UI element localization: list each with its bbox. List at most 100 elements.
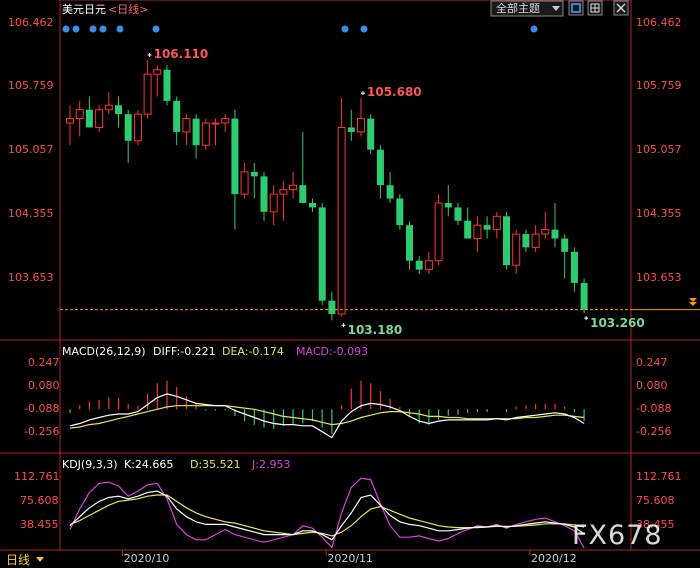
candle-body bbox=[561, 238, 569, 252]
candle bbox=[115, 96, 122, 128]
period-tab[interactable]: 日线 bbox=[6, 553, 44, 567]
candle-body bbox=[337, 126, 346, 315]
window-restore-button[interactable] bbox=[587, 0, 603, 16]
window-mode-button[interactable] bbox=[568, 0, 584, 16]
candle bbox=[231, 109, 239, 230]
kdj-d-line bbox=[69, 494, 585, 537]
candle-body bbox=[522, 234, 530, 248]
candle bbox=[279, 180, 288, 221]
candle-body bbox=[551, 229, 559, 239]
candle bbox=[551, 202, 559, 248]
candle-body bbox=[115, 105, 122, 115]
kdj-d-readout: D:35.521 bbox=[190, 458, 241, 471]
candle bbox=[444, 185, 452, 217]
candle-body bbox=[328, 300, 336, 315]
candle bbox=[531, 225, 540, 252]
candle bbox=[386, 171, 394, 203]
price-axis-right: 106.462 105.759 105.057 104.355 103.653 bbox=[636, 16, 682, 284]
candle-body bbox=[250, 171, 258, 177]
macd-diff-readout: DIFF:-0.221 bbox=[153, 345, 216, 358]
window-close-button[interactable] bbox=[613, 0, 629, 16]
candle bbox=[376, 145, 384, 199]
candle-body bbox=[260, 176, 268, 212]
candle-body bbox=[240, 171, 249, 195]
candle bbox=[240, 163, 249, 199]
candle-body bbox=[318, 207, 326, 301]
candle bbox=[464, 207, 472, 239]
candle-body bbox=[512, 233, 521, 266]
macd-axis-right: 0.247 0.080 -0.088 -0.256 bbox=[636, 356, 671, 438]
candle-body bbox=[163, 69, 171, 101]
candle bbox=[124, 109, 132, 164]
candle-body bbox=[406, 225, 413, 261]
candle-body bbox=[95, 109, 104, 128]
price-tick: 106.462 bbox=[8, 16, 54, 29]
time-axis-label: 2020/11 bbox=[327, 552, 373, 565]
candle bbox=[133, 109, 142, 146]
candle-body bbox=[396, 198, 404, 226]
candle bbox=[309, 198, 316, 212]
candle-body bbox=[376, 149, 384, 186]
event-marker[interactable] bbox=[530, 25, 538, 33]
candle bbox=[153, 65, 162, 97]
kdj-tick: 75.608 bbox=[20, 494, 59, 507]
theme-dropdown-label: 全部主题 bbox=[496, 1, 540, 15]
kdj-tick: 75.608 bbox=[636, 494, 675, 507]
macd-tick: -0.088 bbox=[636, 402, 671, 415]
theme-dropdown[interactable]: 全部主题 bbox=[490, 0, 564, 17]
candle bbox=[75, 100, 84, 137]
candle-body bbox=[133, 113, 142, 142]
candle bbox=[357, 98, 365, 137]
candle-body bbox=[367, 118, 375, 150]
candle-body bbox=[424, 260, 433, 271]
event-marker[interactable] bbox=[360, 25, 368, 33]
candle bbox=[347, 109, 355, 141]
candle bbox=[561, 234, 569, 279]
price-tick: 105.759 bbox=[636, 79, 682, 92]
kdj-tick: 38.455 bbox=[20, 518, 59, 531]
price-tick: 104.355 bbox=[636, 207, 682, 220]
price-annotation: 103.260 bbox=[590, 316, 645, 330]
candle bbox=[492, 211, 501, 239]
candle bbox=[104, 91, 113, 115]
candle bbox=[473, 216, 482, 252]
candle-body bbox=[104, 104, 113, 111]
candle-body bbox=[173, 100, 181, 132]
candle-body bbox=[580, 282, 588, 310]
time-axis: 2020/10 2020/11 2020/12 bbox=[122, 550, 577, 565]
candle-body bbox=[143, 73, 152, 115]
chevron-down-icon bbox=[689, 302, 697, 306]
macd-tick: 0.080 bbox=[28, 379, 60, 392]
candle bbox=[512, 229, 521, 275]
period-link[interactable]: <日线> bbox=[108, 2, 148, 16]
event-marker[interactable] bbox=[89, 25, 97, 33]
price-annotation: 105.680 bbox=[367, 85, 422, 99]
event-marker[interactable] bbox=[341, 25, 349, 33]
watermark: FX678 bbox=[572, 520, 663, 551]
candle bbox=[337, 98, 346, 317]
time-axis-label: 2020/12 bbox=[531, 552, 577, 565]
chart-svg: 美元日元 <日线> 全部主题 106.462 105.759 105.057 1… bbox=[0, 0, 700, 567]
macd-dea-readout: DEA:-0.174 bbox=[222, 345, 284, 358]
macd-tick: 0.247 bbox=[28, 356, 60, 369]
event-marker[interactable] bbox=[99, 25, 107, 33]
candle-body bbox=[221, 118, 230, 124]
macd-tick: -0.256 bbox=[24, 425, 59, 438]
candle bbox=[182, 114, 191, 146]
candle-body bbox=[570, 251, 578, 283]
candle-body bbox=[269, 193, 278, 213]
candle-body bbox=[503, 216, 510, 266]
price-annotation: 106.110 bbox=[154, 47, 209, 61]
candle bbox=[434, 194, 443, 266]
candle-body bbox=[309, 202, 316, 208]
candle-body bbox=[464, 220, 472, 239]
candle bbox=[328, 291, 336, 321]
kdj-k-readout: K:24.665 bbox=[124, 458, 173, 471]
event-marker[interactable] bbox=[152, 25, 160, 33]
price-tick: 106.462 bbox=[636, 16, 682, 29]
event-marker[interactable] bbox=[116, 25, 124, 33]
event-marker[interactable] bbox=[62, 25, 70, 33]
candle-body bbox=[386, 185, 394, 199]
event-marker[interactable] bbox=[72, 25, 80, 33]
candle bbox=[318, 202, 326, 306]
